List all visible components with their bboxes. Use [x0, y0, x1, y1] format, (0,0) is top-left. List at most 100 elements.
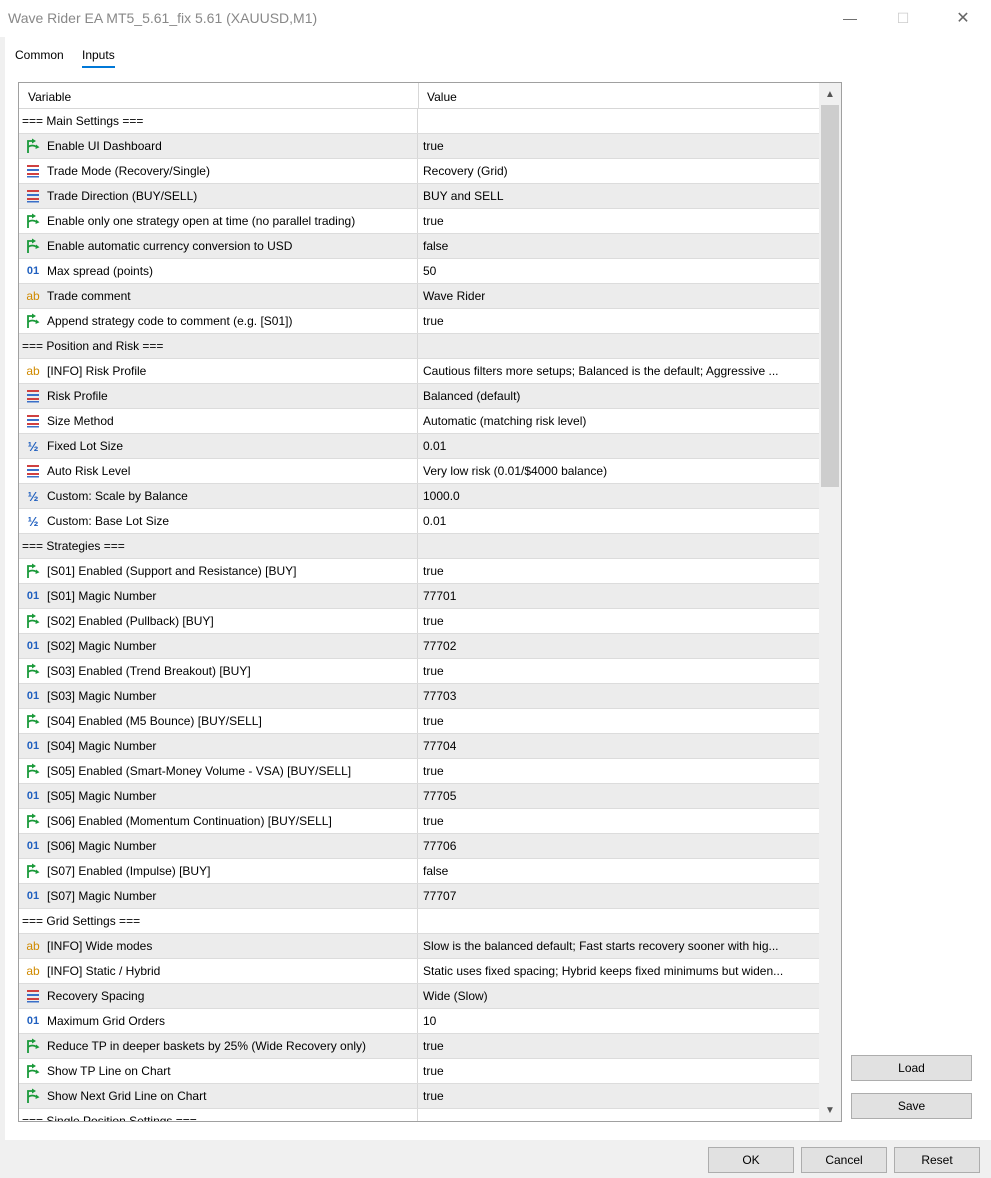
parameter-row[interactable]: Show Next Grid Line on Chart true: [19, 1084, 819, 1109]
tab-inputs[interactable]: Inputs: [82, 48, 115, 68]
parameter-row[interactable]: 01 [S06] Magic Number 77706: [19, 834, 819, 859]
variable-cell: 01 [S02] Magic Number: [19, 634, 418, 658]
variable-cell: ab [INFO] Risk Profile: [19, 359, 418, 383]
value-cell[interactable]: false: [419, 859, 819, 883]
save-button[interactable]: Save: [851, 1093, 972, 1119]
parameter-row[interactable]: Reduce TP in deeper baskets by 25% (Wide…: [19, 1034, 819, 1059]
maximize-button[interactable]: ☐: [880, 0, 926, 36]
value-cell[interactable]: 77705: [419, 784, 819, 808]
value-cell[interactable]: true: [419, 209, 819, 233]
section-row[interactable]: === Grid Settings ===: [19, 909, 819, 934]
parameter-row[interactable]: 01 Maximum Grid Orders 10: [19, 1009, 819, 1034]
parameter-row[interactable]: ½ Custom: Scale by Balance 1000.0: [19, 484, 819, 509]
value-cell[interactable]: true: [419, 1084, 819, 1108]
parameter-row[interactable]: Append strategy code to comment (e.g. [S…: [19, 309, 819, 334]
value-cell[interactable]: true: [419, 1059, 819, 1083]
scroll-down-icon[interactable]: ▼: [819, 1099, 841, 1121]
value-cell[interactable]: Wide (Slow): [419, 984, 819, 1008]
value-cell[interactable]: 77703: [419, 684, 819, 708]
value-cell[interactable]: false: [419, 234, 819, 258]
parameter-row[interactable]: 01 [S02] Magic Number 77702: [19, 634, 819, 659]
value-cell[interactable]: 77707: [419, 884, 819, 908]
value-cell[interactable]: true: [419, 609, 819, 633]
scrollbar-thumb[interactable]: [821, 105, 839, 487]
parameter-row[interactable]: Trade Direction (BUY/SELL) BUY and SELL: [19, 184, 819, 209]
value-cell[interactable]: 0.01: [419, 509, 819, 533]
parameter-row[interactable]: Enable automatic currency conversion to …: [19, 234, 819, 259]
value-cell[interactable]: 50: [419, 259, 819, 283]
parameter-row[interactable]: Show TP Line on Chart true: [19, 1059, 819, 1084]
value-cell[interactable]: Wave Rider: [419, 284, 819, 308]
variable-name: === Main Settings ===: [22, 114, 144, 128]
parameter-row[interactable]: [S06] Enabled (Momentum Continuation) [B…: [19, 809, 819, 834]
parameter-row[interactable]: ½ Fixed Lot Size 0.01: [19, 434, 819, 459]
parameter-row[interactable]: [S02] Enabled (Pullback) [BUY] true: [19, 609, 819, 634]
tab-common[interactable]: Common: [15, 48, 64, 62]
vertical-scrollbar[interactable]: ▲ ▼: [819, 83, 841, 1121]
section-row[interactable]: === Single Position Settings ===: [19, 1109, 819, 1121]
cancel-button[interactable]: Cancel: [801, 1147, 887, 1173]
parameter-row[interactable]: Auto Risk Level Very low risk (0.01/$4000…: [19, 459, 819, 484]
value-cell[interactable]: true: [419, 809, 819, 833]
value-cell[interactable]: 77706: [419, 834, 819, 858]
value-cell[interactable]: true: [419, 134, 819, 158]
value-cell[interactable]: true: [419, 659, 819, 683]
value-cell[interactable]: Cautious filters more setups; Balanced i…: [419, 359, 819, 383]
value-cell[interactable]: Slow is the balanced default; Fast start…: [419, 934, 819, 958]
value-cell[interactable]: true: [419, 709, 819, 733]
column-header-value[interactable]: Value: [427, 90, 457, 104]
value-cell[interactable]: BUY and SELL: [419, 184, 819, 208]
value-cell[interactable]: true: [419, 559, 819, 583]
parameter-row[interactable]: 01 [S01] Magic Number 77701: [19, 584, 819, 609]
enum-list-icon: [25, 463, 41, 479]
parameter-row[interactable]: Recovery Spacing Wide (Slow): [19, 984, 819, 1009]
parameter-row[interactable]: ab [INFO] Static / Hybrid Static uses fixe…: [19, 959, 819, 984]
integer-icon: 01: [26, 590, 40, 602]
scroll-up-icon[interactable]: ▲: [819, 83, 841, 105]
parameter-row[interactable]: [S07] Enabled (Impulse) [BUY] false: [19, 859, 819, 884]
parameter-row[interactable]: Size Method Automatic (matching risk leve…: [19, 409, 819, 434]
load-button[interactable]: Load: [851, 1055, 972, 1081]
variable-name: [S01] Enabled (Support and Resistance) […: [47, 564, 297, 578]
value-cell[interactable]: 10: [419, 1009, 819, 1033]
parameter-row[interactable]: 01 [S05] Magic Number 77705: [19, 784, 819, 809]
ok-button[interactable]: OK: [708, 1147, 794, 1173]
parameter-row[interactable]: Enable only one strategy open at time (n…: [19, 209, 819, 234]
value-cell[interactable]: Very low risk (0.01/$4000 balance): [419, 459, 819, 483]
section-row[interactable]: === Position and Risk ===: [19, 334, 819, 359]
parameter-row[interactable]: Enable UI Dashboard true: [19, 134, 819, 159]
section-row[interactable]: === Strategies ===: [19, 534, 819, 559]
parameter-row[interactable]: ½ Custom: Base Lot Size 0.01: [19, 509, 819, 534]
value-cell[interactable]: 0.01: [419, 434, 819, 458]
reset-button[interactable]: Reset: [894, 1147, 980, 1173]
parameter-row[interactable]: [S04] Enabled (M5 Bounce) [BUY/SELL] true: [19, 709, 819, 734]
value-cell[interactable]: Recovery (Grid): [419, 159, 819, 183]
value-cell[interactable]: Automatic (matching risk level): [419, 409, 819, 433]
value-cell[interactable]: true: [419, 759, 819, 783]
value-cell[interactable]: 77704: [419, 734, 819, 758]
parameter-row[interactable]: [S01] Enabled (Support and Resistance) […: [19, 559, 819, 584]
column-header-variable[interactable]: Variable: [28, 90, 71, 104]
parameter-row[interactable]: 01 Max spread (points) 50: [19, 259, 819, 284]
value-cell[interactable]: 77702: [419, 634, 819, 658]
value-cell[interactable]: true: [419, 1034, 819, 1058]
value-cell[interactable]: 1000.0: [419, 484, 819, 508]
value-cell[interactable]: 77701: [419, 584, 819, 608]
parameter-row[interactable]: [S03] Enabled (Trend Breakout) [BUY] true: [19, 659, 819, 684]
parameter-row[interactable]: ab Trade comment Wave Rider: [19, 284, 819, 309]
parameter-row[interactable]: ab [INFO] Wide modes Slow is the balanced …: [19, 934, 819, 959]
parameter-row[interactable]: 01 [S07] Magic Number 77707: [19, 884, 819, 909]
value-cell[interactable]: Balanced (default): [419, 384, 819, 408]
value-cell[interactable]: true: [419, 309, 819, 333]
column-divider[interactable]: [418, 83, 419, 109]
parameter-row[interactable]: [S05] Enabled (Smart-Money Volume - VSA)…: [19, 759, 819, 784]
parameter-row[interactable]: 01 [S04] Magic Number 77704: [19, 734, 819, 759]
minimize-button[interactable]: —: [827, 0, 873, 36]
value-cell[interactable]: Static uses fixed spacing; Hybrid keeps …: [419, 959, 819, 983]
parameter-row[interactable]: 01 [S03] Magic Number 77703: [19, 684, 819, 709]
parameter-row[interactable]: ab [INFO] Risk Profile Cautious filters mo…: [19, 359, 819, 384]
section-row[interactable]: === Main Settings ===: [19, 109, 819, 134]
parameter-row[interactable]: Trade Mode (Recovery/Single) Recovery (Gr…: [19, 159, 819, 184]
close-button[interactable]: ✕: [940, 0, 986, 36]
parameter-row[interactable]: Risk Profile Balanced (default): [19, 384, 819, 409]
